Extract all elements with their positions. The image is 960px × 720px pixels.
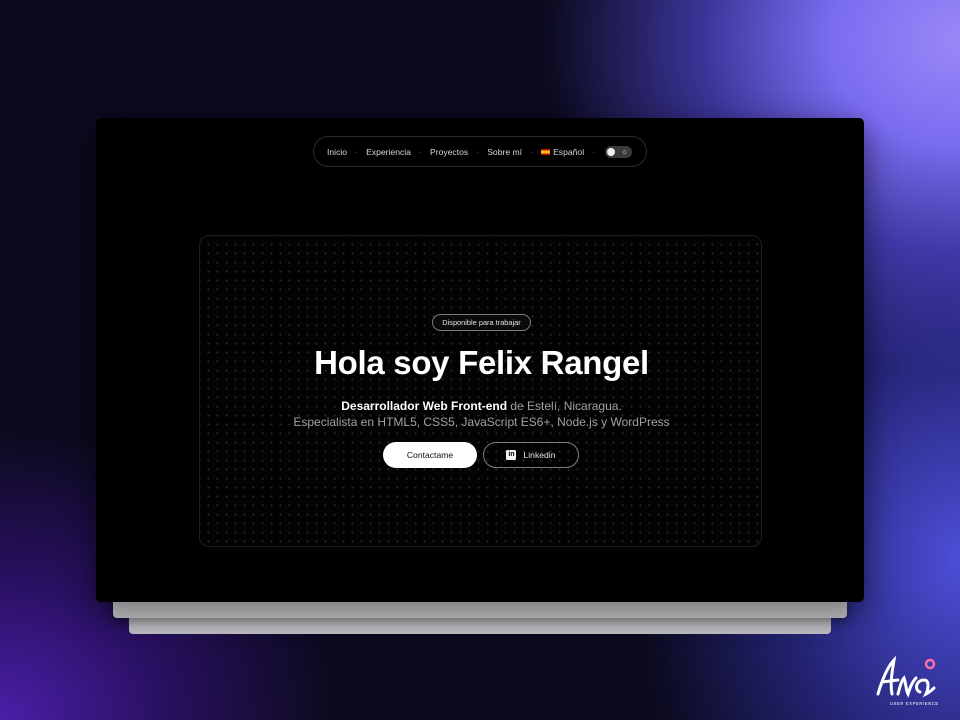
hero-title: Hola soy Felix Rangel <box>314 344 649 381</box>
linkedin-label: Linkedin <box>523 450 556 460</box>
hero-subtitle-specialty: Especialista en HTML5, CSS5, JavaScript … <box>293 415 670 429</box>
nav-separator: · <box>355 146 359 157</box>
ana-logo: USER EXPERIENCE <box>876 655 939 706</box>
linkedin-icon: in <box>506 450 517 460</box>
nav-item-proyectos[interactable]: Proyectos <box>430 147 468 157</box>
language-label: Español <box>553 146 585 157</box>
nav-separator: · <box>530 146 534 157</box>
logo-letter-a2 <box>915 678 936 698</box>
hero-subtitle-role: Desarrollador Web Front-end de Estelí, N… <box>200 399 763 413</box>
contact-button[interactable]: Contactame <box>383 442 477 468</box>
logo-accent-dot <box>924 658 936 670</box>
hero-card: Disponible para trabajar Hola soy Felix … <box>199 235 762 547</box>
role-text: Desarrollador Web Front-end <box>341 399 508 413</box>
nav-separator: · <box>476 146 480 157</box>
nav-separator: · <box>418 146 422 157</box>
availability-badge: Disponible para trabajar <box>432 314 531 331</box>
logo-tagline: USER EXPERIENCE <box>890 701 939 706</box>
browser-window: Inicio · Experiencia · Proyectos · Sobre… <box>96 118 864 602</box>
language-selector[interactable]: Español <box>541 147 584 157</box>
nav-item-inicio[interactable]: Inicio <box>327 147 347 157</box>
theme-toggle[interactable]: ☼ <box>605 145 633 158</box>
nav-item-sobre-mi[interactable]: Sobre mí <box>487 147 522 157</box>
sun-icon: ☼ <box>620 146 629 156</box>
linkedin-button[interactable]: in Linkedin <box>483 442 579 468</box>
nav-separator: · <box>592 146 596 157</box>
location-text: de Estelí, Nicaragua. <box>507 399 622 413</box>
toggle-knob <box>607 147 616 156</box>
spain-flag-icon <box>541 149 551 156</box>
logo-letter-n <box>896 675 918 698</box>
navbar: Inicio · Experiencia · Proyectos · Sobre… <box>313 136 647 167</box>
logo-letter-a1 <box>876 655 900 696</box>
nav-item-experiencia[interactable]: Experiencia <box>366 147 411 157</box>
